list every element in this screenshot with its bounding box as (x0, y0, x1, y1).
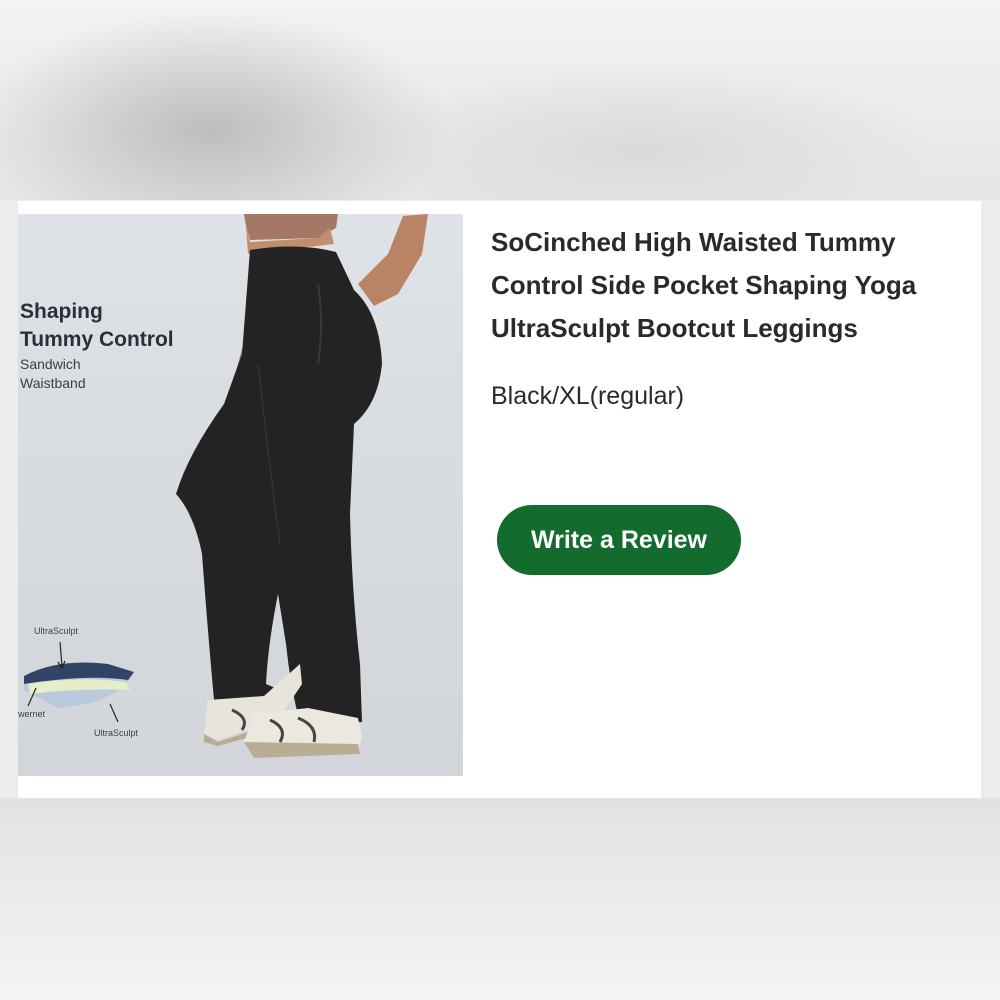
image-sub-line2: Waistband (20, 375, 86, 391)
product-title-line3: UltraSculpt Bootcut Leggings (491, 313, 858, 343)
fabric-label-top: UltraSculpt (34, 626, 79, 636)
write-review-button[interactable]: Write a Review (497, 505, 741, 575)
blurred-background-top (0, 0, 1000, 200)
fabric-label-bottom: UltraSculpt (94, 728, 139, 738)
image-heading: Shaping Tummy Control (20, 298, 174, 354)
product-info: SoCinched High Waisted Tummy Control Sid… (491, 221, 971, 411)
image-heading-line1: Shaping (20, 300, 103, 323)
image-subheading: Sandwich Waistband (20, 355, 86, 393)
model-arm (358, 214, 428, 306)
blurred-background-bottom (0, 798, 1000, 1000)
image-sub-line1: Sandwich (20, 356, 81, 372)
product-title[interactable]: SoCinched High Waisted Tummy Control Sid… (491, 221, 961, 350)
product-card: Shaping Tummy Control Sandwich Waistband… (18, 201, 981, 798)
product-title-line1: SoCinched High Waisted Tummy (491, 227, 896, 257)
product-variant: Black/XL(regular) (491, 382, 685, 410)
product-image[interactable]: Shaping Tummy Control Sandwich Waistband… (18, 214, 463, 776)
image-heading-line2: Tummy Control (20, 328, 174, 351)
fabric-label-left: wernet (18, 709, 46, 719)
leggings-shape (176, 246, 382, 724)
product-title-line2: Control Side Pocket Shaping Yoga (491, 270, 917, 300)
